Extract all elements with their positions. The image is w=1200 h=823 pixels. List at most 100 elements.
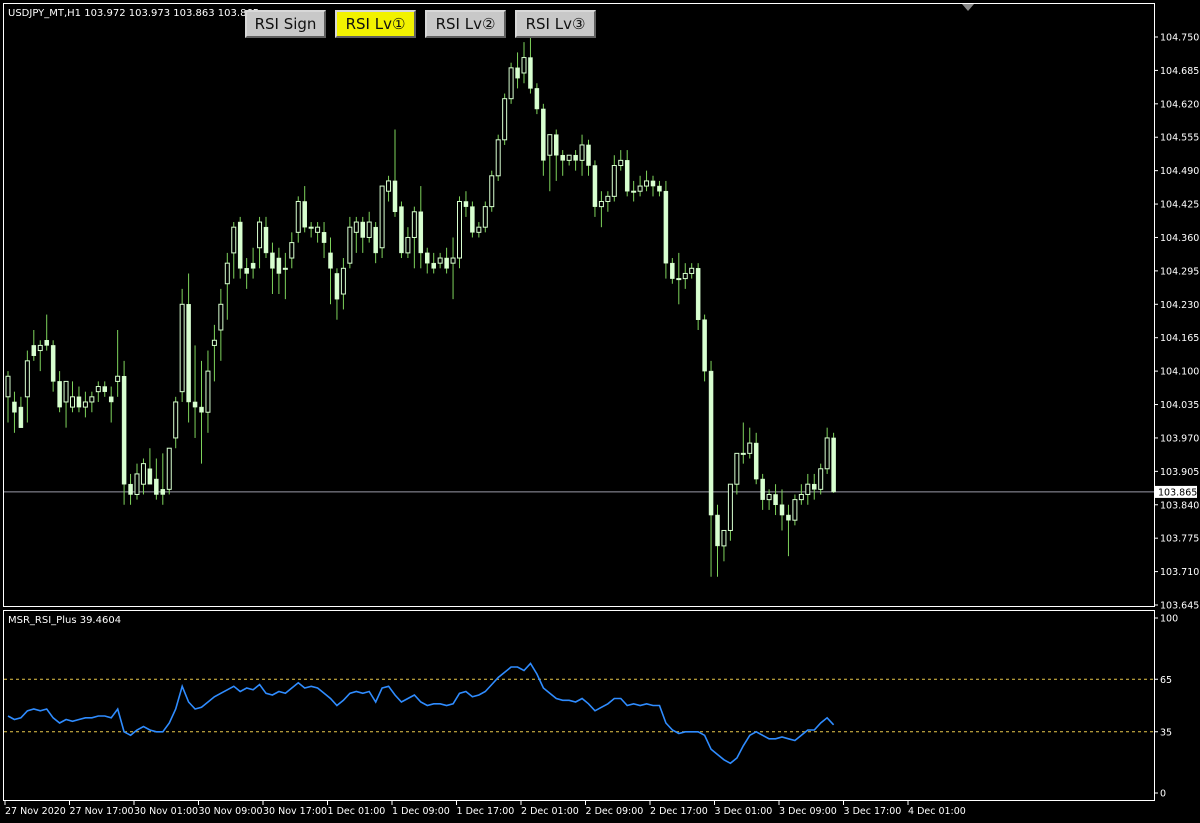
candle-body bbox=[624, 160, 630, 192]
candle-body bbox=[760, 478, 765, 500]
candle-body bbox=[37, 344, 43, 352]
candle-body bbox=[192, 401, 198, 408]
candle-body bbox=[695, 268, 701, 320]
rsi-tick-label: 65 bbox=[1160, 675, 1172, 686]
candle-body bbox=[373, 226, 378, 254]
candle-body bbox=[179, 303, 185, 393]
candle-body bbox=[237, 221, 243, 269]
candle-body bbox=[134, 473, 140, 495]
candle-body bbox=[257, 221, 263, 249]
chart-canvas[interactable]: USDJPY_MT,H1 103.972 103.973 103.863 103… bbox=[0, 0, 1200, 823]
candle-body bbox=[244, 268, 249, 274]
price-tick-label: 104.100 bbox=[1160, 367, 1199, 378]
candle-body bbox=[12, 401, 17, 413]
price-tick-label: 104.165 bbox=[1160, 333, 1199, 344]
chart-shift-marker[interactable] bbox=[962, 4, 974, 11]
candle-body bbox=[560, 154, 565, 161]
rsi-lv1-button[interactable]: RSI Lv① bbox=[335, 10, 416, 38]
candle-body bbox=[282, 267, 288, 270]
time-tick-label: 2 Dec 01:00 bbox=[521, 806, 579, 817]
candle-body bbox=[18, 406, 24, 428]
candle-body bbox=[457, 200, 462, 259]
rsi-series bbox=[7, 662, 835, 765]
candle-body bbox=[586, 144, 591, 166]
candle-body bbox=[747, 442, 753, 454]
candle-body bbox=[154, 478, 159, 495]
price-tick-label: 104.555 bbox=[1160, 133, 1199, 144]
candle-body bbox=[495, 139, 501, 177]
candle-body bbox=[579, 144, 585, 161]
candle-body bbox=[637, 185, 643, 192]
candle-body bbox=[379, 185, 385, 249]
candle-body bbox=[224, 262, 230, 285]
price-tick-label: 103.840 bbox=[1160, 500, 1199, 511]
rsi-lv2-button[interactable]: RSI Lv② bbox=[425, 10, 506, 38]
candle-body bbox=[437, 257, 443, 264]
candle-body bbox=[425, 252, 430, 264]
candle-body bbox=[482, 206, 488, 228]
candle-body bbox=[773, 494, 778, 506]
candle-body bbox=[547, 134, 553, 156]
candle-body bbox=[102, 386, 107, 392]
candle-body bbox=[89, 396, 95, 403]
price-axis: 104.750 104.685 104.620 104.555 104.490 104.4… bbox=[1154, 33, 1199, 612]
time-tick-label: 1 Dec 01:00 bbox=[328, 806, 386, 817]
candle-body bbox=[31, 345, 37, 356]
time-tick-label: 27 Nov 17:00 bbox=[70, 806, 134, 817]
rsi-line bbox=[7, 662, 835, 765]
candle-body bbox=[515, 67, 520, 79]
candle-body bbox=[340, 267, 346, 295]
symbol-header: USDJPY_MT,H1 103.972 103.973 103.863 103… bbox=[8, 8, 259, 19]
time-tick-label: 30 Nov 01:00 bbox=[134, 806, 198, 817]
candle-body bbox=[541, 108, 546, 161]
candle-body bbox=[786, 514, 791, 521]
rsi-axis: 100 65 35 0 bbox=[1154, 614, 1178, 800]
candle-body bbox=[160, 489, 166, 495]
candle-body bbox=[70, 396, 75, 408]
candle-body bbox=[766, 493, 772, 501]
candle-body bbox=[128, 483, 133, 495]
price-tick-label: 104.750 bbox=[1160, 33, 1199, 44]
rsi-sign-button[interactable]: RSI Sign bbox=[245, 10, 326, 38]
candle-body bbox=[670, 262, 675, 279]
candle-body bbox=[308, 226, 314, 229]
candle-body bbox=[399, 206, 404, 254]
price-tick-label: 104.425 bbox=[1160, 200, 1199, 211]
candle-body bbox=[824, 437, 830, 470]
candle-body bbox=[798, 493, 804, 501]
candle-body bbox=[727, 483, 733, 531]
candle-body bbox=[186, 304, 191, 403]
rsi-lv3-button[interactable]: RSI Lv③ bbox=[515, 10, 596, 38]
candle-body bbox=[812, 483, 817, 490]
candle-body bbox=[431, 262, 436, 269]
price-tick-label: 104.360 bbox=[1160, 233, 1199, 244]
candle-body bbox=[663, 190, 669, 264]
price-tick-label: 104.035 bbox=[1160, 400, 1199, 411]
candle-body bbox=[831, 437, 836, 493]
candle-body bbox=[82, 401, 88, 408]
candle-body bbox=[489, 175, 495, 208]
price-tick-label: 104.620 bbox=[1160, 99, 1199, 110]
time-tick-label: 3 Dec 17:00 bbox=[844, 806, 902, 817]
candle-body bbox=[418, 211, 424, 254]
candle-body bbox=[644, 180, 650, 187]
time-tick-label: 30 Nov 09:00 bbox=[199, 806, 263, 817]
candle-body bbox=[611, 165, 617, 197]
price-tick-label: 104.295 bbox=[1160, 266, 1199, 277]
candle-body bbox=[263, 226, 269, 254]
candle-body bbox=[753, 442, 759, 480]
candle-body bbox=[528, 57, 533, 89]
candle-body bbox=[173, 401, 179, 439]
time-tick-label: 1 Dec 17:00 bbox=[457, 806, 515, 817]
candle-body bbox=[476, 226, 482, 233]
time-tick-label: 1 Dec 09:00 bbox=[392, 806, 450, 817]
current-price-line: 103.865 bbox=[4, 485, 1197, 498]
candle-body bbox=[211, 339, 217, 346]
candle-body bbox=[708, 370, 714, 516]
candle-body bbox=[328, 252, 333, 269]
time-axis: 27 Nov 2020 27 Nov 17:00 30 Nov 01:00 30 No… bbox=[4, 801, 966, 817]
candle-body bbox=[321, 232, 327, 243]
rsi-tick-label: 35 bbox=[1160, 727, 1172, 738]
candle-body bbox=[289, 242, 295, 259]
candle-body bbox=[566, 154, 572, 161]
